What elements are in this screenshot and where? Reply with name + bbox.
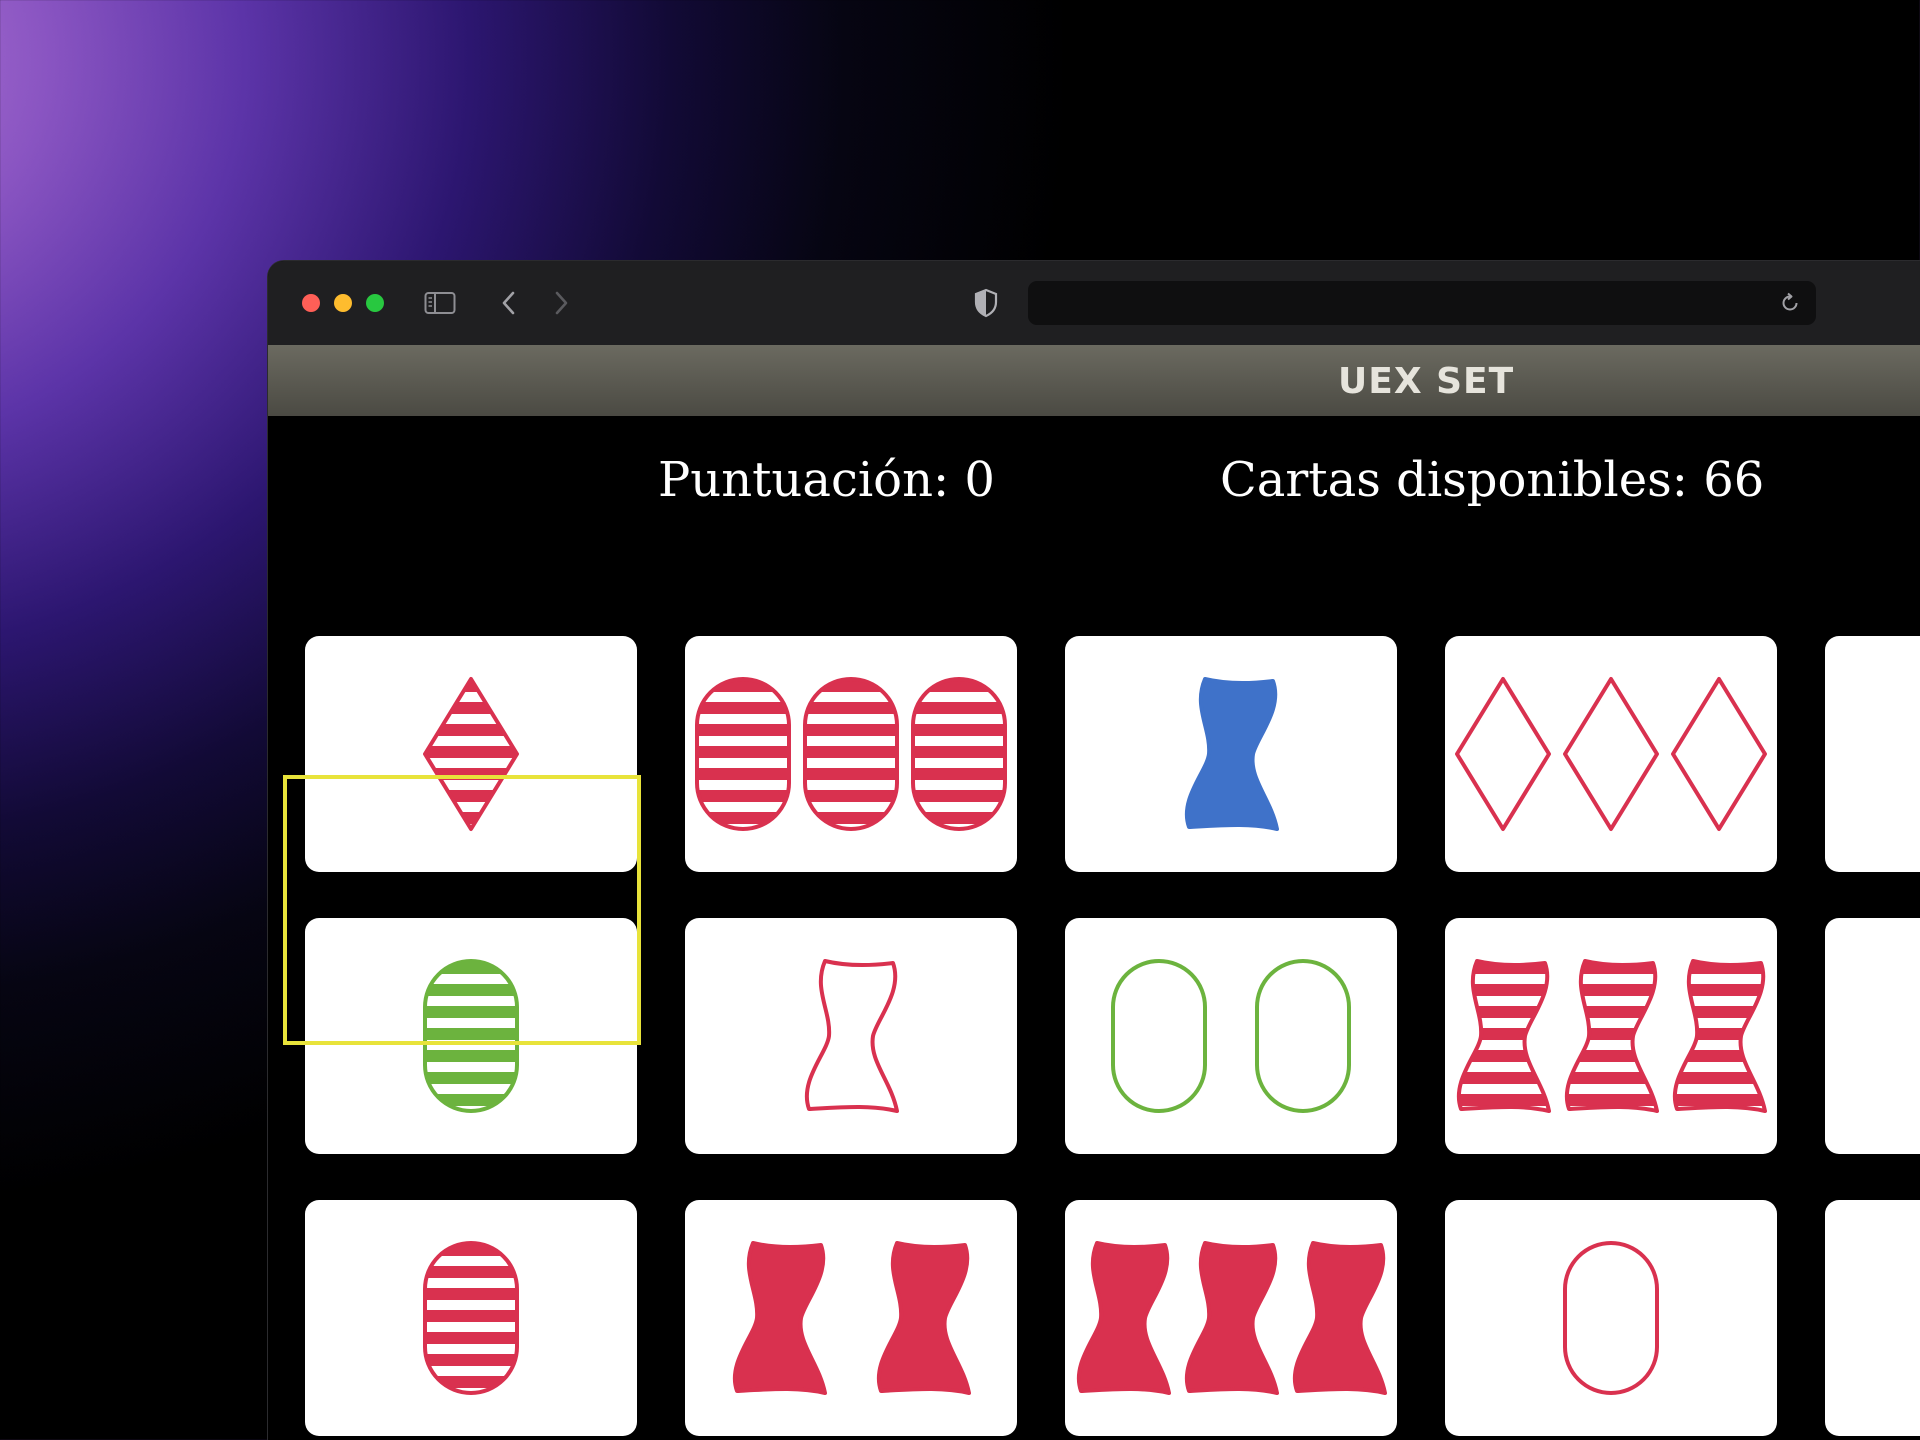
oval-symbol <box>423 959 519 1113</box>
diamond-symbol <box>1455 677 1551 831</box>
oval-symbol <box>695 677 791 831</box>
reload-icon[interactable] <box>1776 289 1804 317</box>
oval-symbol <box>1255 959 1351 1113</box>
zoom-window-button[interactable] <box>366 294 384 312</box>
squiggle-symbol <box>733 1241 827 1395</box>
set-card[interactable] <box>1825 918 1920 1154</box>
set-card[interactable] <box>1065 1200 1397 1436</box>
available-cards-label: Cartas disponibles: 66 <box>1220 452 1765 508</box>
card-symbols <box>423 959 519 1113</box>
game-area: Puntuación: 0 Cartas disponibles: 66 <box>268 416 1920 1440</box>
forward-arrow-icon[interactable] <box>546 285 576 321</box>
card-symbols <box>1077 1241 1387 1395</box>
set-card[interactable] <box>1445 1200 1777 1436</box>
card-symbols <box>733 1241 971 1395</box>
card-symbols <box>695 677 1007 831</box>
app-title: UEX SET <box>1338 361 1515 402</box>
browser-window: UEX SET Puntuación: 0 Cartas disponibles… <box>268 261 1920 1440</box>
card-symbols <box>1563 1241 1659 1395</box>
squiggle-symbol <box>1185 1241 1279 1395</box>
app-header-bar: UEX SET <box>268 345 1920 416</box>
oval-symbol <box>803 677 899 831</box>
diamond-symbol <box>1671 677 1767 831</box>
card-symbols <box>1825 1200 1920 1436</box>
squiggle-symbol <box>1185 677 1279 831</box>
squiggle-symbol <box>1457 959 1551 1113</box>
set-card[interactable] <box>1065 636 1397 872</box>
card-symbols <box>1457 959 1767 1113</box>
diamond-symbol <box>1563 677 1659 831</box>
card-symbols <box>423 677 519 831</box>
set-card[interactable] <box>1825 636 1920 872</box>
card-symbols <box>805 959 899 1113</box>
squiggle-symbol <box>805 959 899 1113</box>
set-card[interactable] <box>1065 918 1397 1154</box>
oval-symbol <box>1111 959 1207 1113</box>
set-card[interactable] <box>1445 918 1777 1154</box>
oval-symbol <box>911 677 1007 831</box>
card-symbols <box>1111 959 1351 1113</box>
score-label: Puntuación: 0 <box>658 452 995 508</box>
set-card[interactable] <box>1445 636 1777 872</box>
set-card[interactable] <box>305 1200 637 1436</box>
squiggle-symbol <box>1565 959 1659 1113</box>
set-card[interactable] <box>305 636 637 872</box>
address-bar[interactable] <box>1028 281 1816 325</box>
set-card[interactable] <box>305 918 637 1154</box>
browser-toolbar <box>268 261 1920 346</box>
card-symbols <box>1455 677 1767 831</box>
squiggle-symbol <box>1077 1241 1171 1395</box>
shield-icon[interactable] <box>968 285 1004 321</box>
card-symbols <box>423 1241 519 1395</box>
squiggle-symbol <box>1673 959 1767 1113</box>
card-symbols <box>1825 636 1920 872</box>
oval-symbol <box>1563 1241 1659 1395</box>
squiggle-symbol <box>1293 1241 1387 1395</box>
oval-symbol <box>423 1241 519 1395</box>
squiggle-symbol <box>877 1241 971 1395</box>
back-arrow-icon[interactable] <box>494 285 524 321</box>
close-window-button[interactable] <box>302 294 320 312</box>
set-card[interactable] <box>685 636 1017 872</box>
set-card[interactable] <box>1825 1200 1920 1436</box>
card-symbols <box>1185 677 1279 831</box>
card-symbols <box>1825 918 1920 1154</box>
set-card[interactable] <box>685 918 1017 1154</box>
sidebar-icon[interactable] <box>422 285 458 321</box>
minimize-window-button[interactable] <box>334 294 352 312</box>
diamond-symbol <box>423 677 519 831</box>
set-card[interactable] <box>685 1200 1017 1436</box>
